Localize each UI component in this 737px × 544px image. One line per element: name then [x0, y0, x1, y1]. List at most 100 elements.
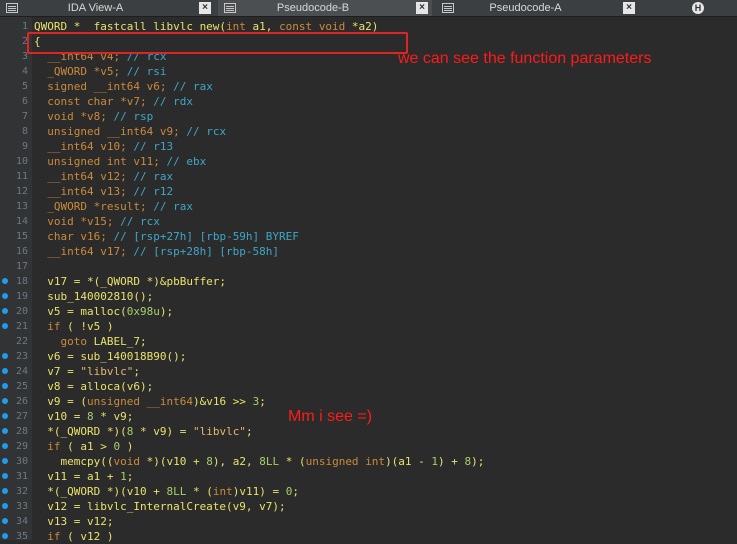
code-line[interactable]: 9 __int64 v10; // r13	[0, 139, 737, 154]
code-text: v11 = a1 + 1;	[34, 470, 134, 483]
annotation-mm-i-see: Mm i see =)	[288, 408, 373, 425]
code-text: void *v15; // rcx	[34, 215, 160, 228]
line-number: 33	[15, 501, 28, 512]
close-icon[interactable]: ×	[416, 2, 428, 14]
code-text: v12 = libvlc_InternalCreate(v9, v7);	[34, 500, 286, 513]
code-line[interactable]: 22 goto LABEL_7;	[0, 334, 737, 349]
code-text: sub_140002810();	[34, 290, 154, 303]
code-line[interactable]: 20 v5 = malloc(0x98u);	[0, 304, 737, 319]
close-icon[interactable]: ×	[199, 2, 211, 14]
code-line[interactable]: 14 void *v15; // rcx	[0, 214, 737, 229]
code-line[interactable]: 24 v7 = "libvlc";	[0, 364, 737, 379]
tab-label: IDA View-A	[67, 2, 124, 14]
code-text: if ( a1 > 0 )	[47, 440, 134, 453]
code-text: __int64 v12; // rax	[34, 170, 174, 183]
code-text: if ( !v5 )	[47, 320, 114, 333]
code-line[interactable]: 34 v13 = v12;	[0, 514, 737, 529]
line-number: 6	[21, 96, 28, 107]
line-number: 20	[15, 306, 28, 317]
line-number: 25	[15, 381, 28, 392]
line-number: 10	[15, 156, 28, 167]
code-text: __int64 v10; // r13	[34, 140, 174, 153]
code-text: v5 = malloc(0x98u);	[34, 305, 174, 318]
code-line[interactable]: 18 v17 = *(_QWORD *)&pbBuffer;	[0, 274, 737, 289]
code-line[interactable]: 19 sub_140002810();	[0, 289, 737, 304]
line-number: 34	[15, 516, 28, 527]
code-text: v7 = "libvlc";	[34, 365, 140, 378]
line-number: 28	[15, 426, 28, 437]
tab-label: Pseudocode-A	[489, 2, 562, 14]
code-text: v17 = *(_QWORD *)&pbBuffer;	[34, 275, 227, 288]
annotation-function-parameters: we can see the function parameters	[398, 50, 652, 67]
code-line[interactable]: 26 v9 = (unsigned __int64)&v16 >> 3;	[0, 394, 737, 409]
tab-pseudocode-b[interactable]: Pseudocode-B ×	[218, 0, 432, 16]
code-line[interactable]: 10 unsigned int v11; // ebx	[0, 154, 737, 169]
line-number: 13	[15, 201, 28, 212]
code-line[interactable]: 17	[0, 259, 737, 274]
line-number: 19	[15, 291, 28, 302]
code-line[interactable]: 35 if ( v12 )	[0, 529, 737, 544]
line-number: 24	[15, 366, 28, 377]
line-number: 16	[15, 246, 28, 257]
code-text: v8 = alloca(v6);	[34, 380, 154, 393]
code-line[interactable]: 8 unsigned __int64 v9; // rcx	[0, 124, 737, 139]
line-number: 2	[21, 36, 28, 47]
code-line[interactable]: 32 *(_QWORD *)(v10 + 8LL * (int)v11) = 0…	[0, 484, 737, 499]
code-line[interactable]: 7 void *v8; // rsp	[0, 109, 737, 124]
code-line[interactable]: 6 const char *v7; // rdx	[0, 94, 737, 109]
code-line[interactable]: 12 __int64 v13; // r12	[0, 184, 737, 199]
code-line[interactable]: 15 char v16; // [rsp+27h] [rbp-59h] BYRE…	[0, 229, 737, 244]
pseudocode-editor[interactable]: 1 QWORD *__fastcall libvlc_new(int a1, co…	[0, 17, 737, 543]
code-line[interactable]: 31 v11 = a1 + 1;	[0, 469, 737, 484]
code-line[interactable]: 5 signed __int64 v6; // rax	[0, 79, 737, 94]
code-text: v10 = 8 * v9;	[34, 410, 134, 423]
code-line[interactable]: 25 v8 = alloca(v6);	[0, 379, 737, 394]
line-number: 27	[15, 411, 28, 422]
code-line[interactable]: 29 if ( a1 > 0 )	[0, 439, 737, 454]
code-text: __int64 v17; // [rsp+28h] [rbp-58h]	[34, 245, 280, 258]
code-text: v13 = v12;	[34, 515, 114, 528]
code-text: v9 = (unsigned __int64)&v16 >> 3;	[34, 395, 266, 408]
code-line[interactable]: 28 *(_QWORD *)(8 * v9) = "libvlc";	[0, 424, 737, 439]
code-line[interactable]: 11 __int64 v12; // rax	[0, 169, 737, 184]
tab-ida-view-a[interactable]: IDA View-A ×	[0, 0, 215, 16]
line-number: 32	[15, 486, 28, 497]
code-text: *(_QWORD *)(v10 + 8LL * (int)v11) = 0;	[34, 485, 299, 498]
tab-hex-view[interactable]: H	[686, 0, 737, 16]
code-text: memcpy((void *)(v10 + 8), a2, 8LL * (uns…	[34, 455, 485, 468]
code-line[interactable]: 30 memcpy((void *)(v10 + 8), a2, 8LL * (…	[0, 454, 737, 469]
code-text: _QWORD *v5; // rsi	[34, 65, 167, 78]
line-number: 7	[21, 111, 28, 122]
line-number: 29	[15, 441, 28, 452]
line-number: 9	[21, 141, 28, 152]
code-text: __int64 v13; // r12	[34, 185, 174, 198]
line-number: 31	[15, 471, 28, 482]
function-signature-highlight-box	[27, 32, 408, 54]
code-text: unsigned __int64 v9; // rcx	[34, 125, 227, 138]
code-line[interactable]: 13 _QWORD *result; // rax	[0, 199, 737, 214]
line-number: 8	[21, 126, 28, 137]
code-text: goto LABEL_7;	[60, 335, 147, 348]
code-text: unsigned int v11; // ebx	[34, 155, 207, 168]
line-number: 30	[15, 456, 28, 467]
code-line[interactable]: 23 v6 = sub_140018B90();	[0, 349, 737, 364]
code-line[interactable]: 33 v12 = libvlc_InternalCreate(v9, v7);	[0, 499, 737, 514]
hex-view-icon: H	[692, 2, 704, 14]
close-icon[interactable]: ×	[623, 2, 635, 14]
line-number: 1	[21, 21, 28, 32]
line-number: 15	[15, 231, 28, 242]
line-number: 23	[15, 351, 28, 362]
code-text: signed __int64 v6; // rax	[34, 80, 213, 93]
line-number: 4	[21, 66, 28, 77]
line-number: 3	[21, 51, 28, 62]
code-line[interactable]: 21 if ( !v5 )	[0, 319, 737, 334]
line-number: 35	[15, 531, 28, 542]
code-text: _QWORD *result; // rax	[34, 200, 193, 213]
code-line[interactable]: 16 __int64 v17; // [rsp+28h] [rbp-58h]	[0, 244, 737, 259]
code-text: void *v8; // rsp	[34, 110, 154, 123]
code-text: *(_QWORD *)(8 * v9) = "libvlc";	[34, 425, 253, 438]
code-text: if ( v12 )	[47, 530, 114, 543]
line-number: 22	[15, 336, 28, 347]
line-number: 21	[15, 321, 28, 332]
tab-pseudocode-a[interactable]: Pseudocode-A ×	[436, 0, 639, 16]
